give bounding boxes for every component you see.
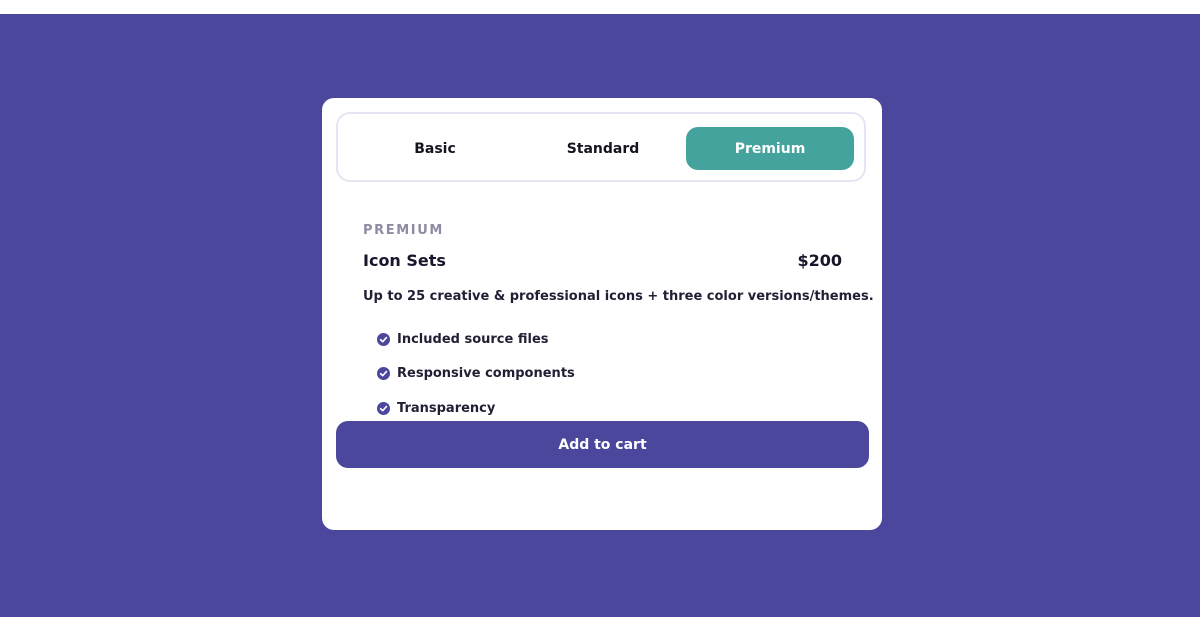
tab-premium[interactable]: Premium	[686, 127, 854, 170]
plan-name: Icon Sets	[363, 251, 446, 270]
feature-label: Transparency	[397, 400, 496, 416]
add-to-cart-button[interactable]: Add to cart	[336, 421, 869, 468]
check-circle-icon	[377, 367, 390, 381]
feature-list: Included source files Responsive compone…	[377, 322, 575, 426]
plan-description: Up to 25 creative & professional icons +…	[363, 289, 874, 304]
check-circle-icon	[377, 401, 390, 415]
tab-standard[interactable]: Standard	[519, 127, 687, 170]
feature-label: Included source files	[397, 331, 549, 347]
plan-price: $200	[797, 251, 842, 270]
page-background: Basic Standard Premium PREMIUM Icon Sets…	[0, 14, 1200, 617]
pricing-card: Basic Standard Premium PREMIUM Icon Sets…	[322, 98, 882, 530]
feature-item: Included source files	[377, 322, 575, 357]
plan-title-row: Icon Sets $200	[363, 251, 842, 273]
feature-label: Responsive components	[397, 366, 575, 382]
check-circle-icon	[377, 332, 390, 346]
tab-basic[interactable]: Basic	[351, 127, 519, 170]
feature-item: Responsive components	[377, 357, 575, 392]
plan-tabs: Basic Standard Premium	[336, 112, 866, 182]
plan-tier-label: PREMIUM	[363, 223, 444, 238]
